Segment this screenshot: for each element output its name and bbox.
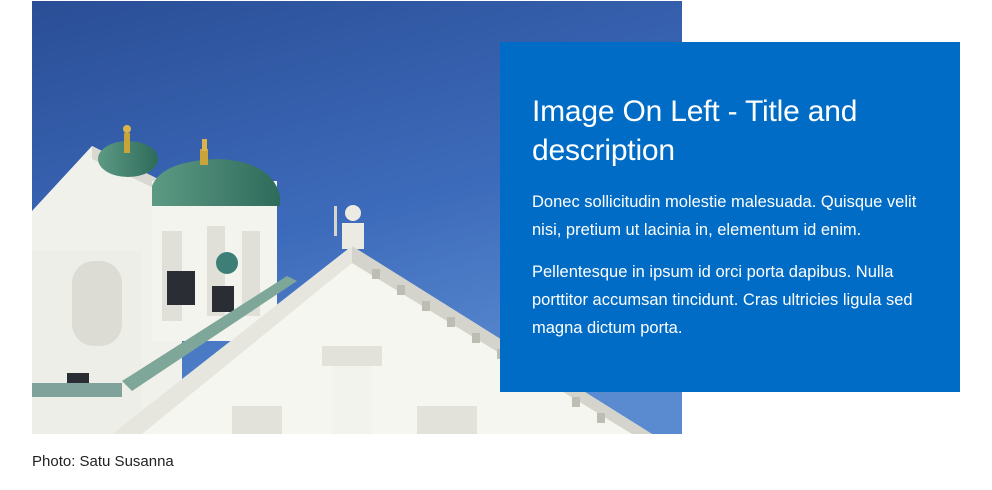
- content-card: Image On Left - Title and description Do…: [500, 42, 960, 392]
- card-title: Image On Left - Title and description: [532, 95, 858, 167]
- card-paragraph-2: Pellentesque in ipsum id orci porta dapi…: [532, 263, 913, 337]
- photo-caption: Photo: Satu Susanna: [32, 453, 174, 470]
- card-paragraph-1: Donec sollicitudin molestie malesuada. Q…: [532, 193, 917, 239]
